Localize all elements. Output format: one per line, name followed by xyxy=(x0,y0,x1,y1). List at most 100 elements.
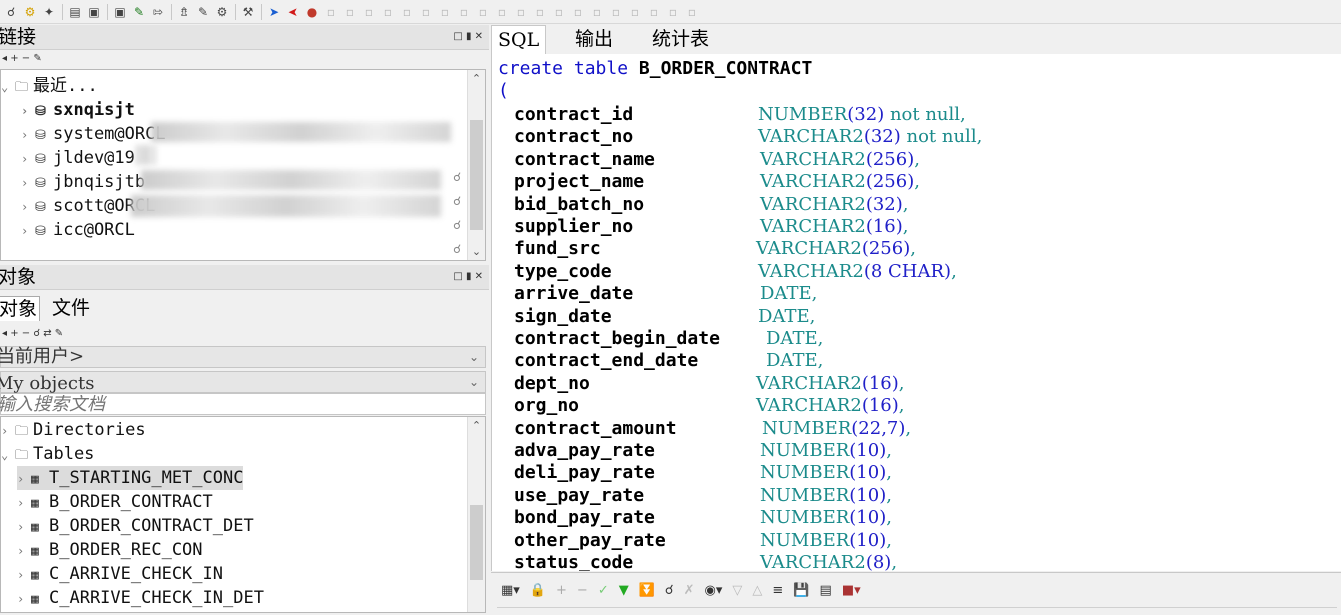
panel-controls[interactable]: □ ▮ ✕ xyxy=(453,25,483,49)
toolbar-disabled-icon[interactable]: ▫ xyxy=(493,3,511,21)
toolbar-disabled-icon[interactable]: ▫ xyxy=(322,3,340,21)
toolbar-disabled-icon[interactable]: ▫ xyxy=(512,3,530,21)
toolbar-disabled-icon[interactable]: ▫ xyxy=(645,3,663,21)
recent-folder[interactable]: ⌄ 🗀 最近... xyxy=(1,74,98,98)
wand-icon[interactable]: ✦ xyxy=(40,3,58,21)
toolbar-disabled-icon[interactable]: ▫ xyxy=(360,3,378,21)
search-icon[interactable]: ☌ xyxy=(2,3,20,21)
chevron-down-icon[interactable]: ⌄ xyxy=(469,347,479,367)
table-item[interactable]: › ▦ B_ORDER_CONTRACT xyxy=(17,490,213,514)
chevron-right-icon[interactable]: › xyxy=(17,587,31,611)
tools-icon[interactable]: ⚒ xyxy=(239,3,257,21)
toolbar-disabled-icon[interactable]: ▫ xyxy=(607,3,625,21)
filter-up-icon[interactable]: △ xyxy=(752,583,762,598)
toolbar-disabled-icon[interactable]: ▫ xyxy=(626,3,644,21)
chevron-right-icon[interactable]: › xyxy=(17,539,31,563)
connections-scrollbar[interactable]: ⌃ ⌄ xyxy=(467,70,485,260)
connection-item[interactable]: › ⛁ jbnqisjtb xyxy=(21,170,145,194)
chart-icon[interactable]: ■▾ xyxy=(842,583,861,598)
print-preview-icon[interactable]: ▣ xyxy=(85,3,103,21)
grid-icon[interactable]: ▦▾ xyxy=(501,583,520,598)
scroll-up-icon[interactable]: ⌃ xyxy=(468,419,485,432)
explain-icon[interactable]: ✎ xyxy=(194,3,212,21)
toolbar-disabled-icon[interactable]: ▫ xyxy=(474,3,492,21)
export-icon[interactable]: ≡ xyxy=(772,583,783,598)
sql-editor[interactable]: create table B_ORDER_CONTRACT ( contract… xyxy=(491,54,1341,571)
arrow-left-icon[interactable]: ➤ xyxy=(284,3,302,21)
tab-statistics[interactable]: 统计表 xyxy=(646,25,715,53)
post-icon[interactable]: ✓ xyxy=(598,583,609,598)
next-record-icon[interactable]: ▼ xyxy=(619,583,629,598)
toolbar-disabled-icon[interactable]: ▫ xyxy=(398,3,416,21)
chevron-right-icon[interactable]: › xyxy=(17,491,31,515)
search-icon[interactable]: ☌ xyxy=(453,194,461,208)
compile-icon[interactable]: ⚙ xyxy=(213,3,231,21)
import-icon[interactable]: ⇯ xyxy=(175,3,193,21)
toolbar-disabled-icon[interactable]: ▫ xyxy=(588,3,606,21)
save-icon[interactable]: 💾 xyxy=(793,583,809,598)
chevron-down-icon[interactable]: ⌄ xyxy=(469,372,479,392)
tab-objects[interactable]: 对象 xyxy=(0,296,41,321)
toolbar-disabled-icon[interactable]: ▫ xyxy=(664,3,682,21)
toolbar-disabled-icon[interactable]: ▫ xyxy=(455,3,473,21)
settings-icon[interactable]: ⚙ xyxy=(21,3,39,21)
chevron-down-icon[interactable]: ⌄ xyxy=(1,443,15,467)
toolbar-disabled-icon[interactable]: ▫ xyxy=(417,3,435,21)
objects-scrollbar[interactable]: ⌃ xyxy=(467,417,485,612)
tree-folder-directories[interactable]: › 🗀 Directories xyxy=(1,418,146,442)
print-icon[interactable]: ▤ xyxy=(66,3,84,21)
toolbar-disabled-icon[interactable]: ▫ xyxy=(531,3,549,21)
scroll-thumb[interactable] xyxy=(470,120,483,230)
table-item[interactable]: › ▦ T_STARTING_MET_CONC xyxy=(17,466,244,491)
scroll-down-icon[interactable]: ⌄ xyxy=(468,245,485,258)
panel-controls[interactable]: □ ▮ ✕ xyxy=(453,265,483,289)
table-item[interactable]: › ▦ B_ORDER_REC_CON xyxy=(17,538,203,562)
object-search-input[interactable] xyxy=(0,394,481,415)
toolbar-disabled-icon[interactable]: ▫ xyxy=(379,3,397,21)
filter-combo[interactable]: My objects ⌄ xyxy=(0,371,486,394)
toolbar-disabled-icon[interactable]: ▫ xyxy=(436,3,454,21)
filter-down-icon[interactable]: ▽ xyxy=(732,583,742,598)
sql-window-icon[interactable]: ▣ xyxy=(111,3,129,21)
objects-mini-toolbar[interactable]: ◂ + − ☌ ⇄ ✎ xyxy=(0,327,489,341)
add-row-icon[interactable]: + xyxy=(556,583,567,598)
tab-output[interactable]: 输出 xyxy=(569,25,619,53)
find-icon[interactable]: ☌ xyxy=(665,583,674,598)
connection-item[interactable]: › ⛁ system@ORCL xyxy=(21,122,166,146)
new-sql-icon[interactable]: ✎ xyxy=(130,3,148,21)
arrow-right-icon[interactable]: ➤ xyxy=(265,3,283,21)
query-by-example-icon[interactable]: ◉▾ xyxy=(705,583,723,598)
connection-item[interactable]: › ⛁ jldev@19 xyxy=(21,146,135,170)
search-icon[interactable]: ☌ xyxy=(453,242,461,256)
toolbar-disabled-icon[interactable]: ▫ xyxy=(550,3,568,21)
search-icon[interactable]: ☌ xyxy=(453,218,461,232)
table-item[interactable]: › ▦ B_ORDER_CONTRACT_DET xyxy=(17,514,254,538)
export-icon[interactable]: ⇰ xyxy=(149,3,167,21)
search-icon[interactable]: ☌ xyxy=(453,170,461,184)
chevron-down-icon[interactable]: ⌄ xyxy=(1,75,15,99)
table-item[interactable]: › ▦ C_ARRIVE_CHECK_IN_DET xyxy=(17,586,264,610)
clear-icon[interactable]: ✗ xyxy=(684,583,695,598)
scroll-thumb[interactable] xyxy=(470,505,483,580)
print-icon[interactable]: ▤ xyxy=(820,583,832,598)
chevron-right-icon[interactable]: › xyxy=(17,563,31,587)
toolbar-disabled-icon[interactable]: ▫ xyxy=(569,3,587,21)
last-record-icon[interactable]: ⏬ xyxy=(639,583,655,598)
chevron-right-icon[interactable]: › xyxy=(1,419,15,443)
tab-files[interactable]: 文件 xyxy=(50,296,92,320)
scroll-up-icon[interactable]: ⌃ xyxy=(468,72,485,85)
object-search[interactable] xyxy=(0,393,486,415)
connect-icon[interactable]: ● xyxy=(303,3,321,21)
tab-sql[interactable]: SQL xyxy=(491,25,547,55)
table-item[interactable]: › ▦ C_ARRIVE_CHECK_IN xyxy=(17,562,223,586)
toolbar-disabled-icon[interactable]: ▫ xyxy=(683,3,701,21)
chevron-right-icon[interactable]: › xyxy=(17,515,31,539)
tree-folder-tables[interactable]: ⌄ 🗀 Tables xyxy=(1,442,94,466)
connection-item[interactable]: › ⛁ sxnqisjt xyxy=(21,98,135,122)
user-combo[interactable]: 当前用户> ⌄ xyxy=(0,346,486,368)
connections-mini-toolbar[interactable]: ◂ + − ✎ xyxy=(0,52,489,66)
lock-icon[interactable]: 🔒 xyxy=(530,583,546,598)
delete-row-icon[interactable]: − xyxy=(577,583,588,598)
chevron-right-icon[interactable]: › xyxy=(17,467,31,491)
toolbar-disabled-icon[interactable]: ▫ xyxy=(341,3,359,21)
